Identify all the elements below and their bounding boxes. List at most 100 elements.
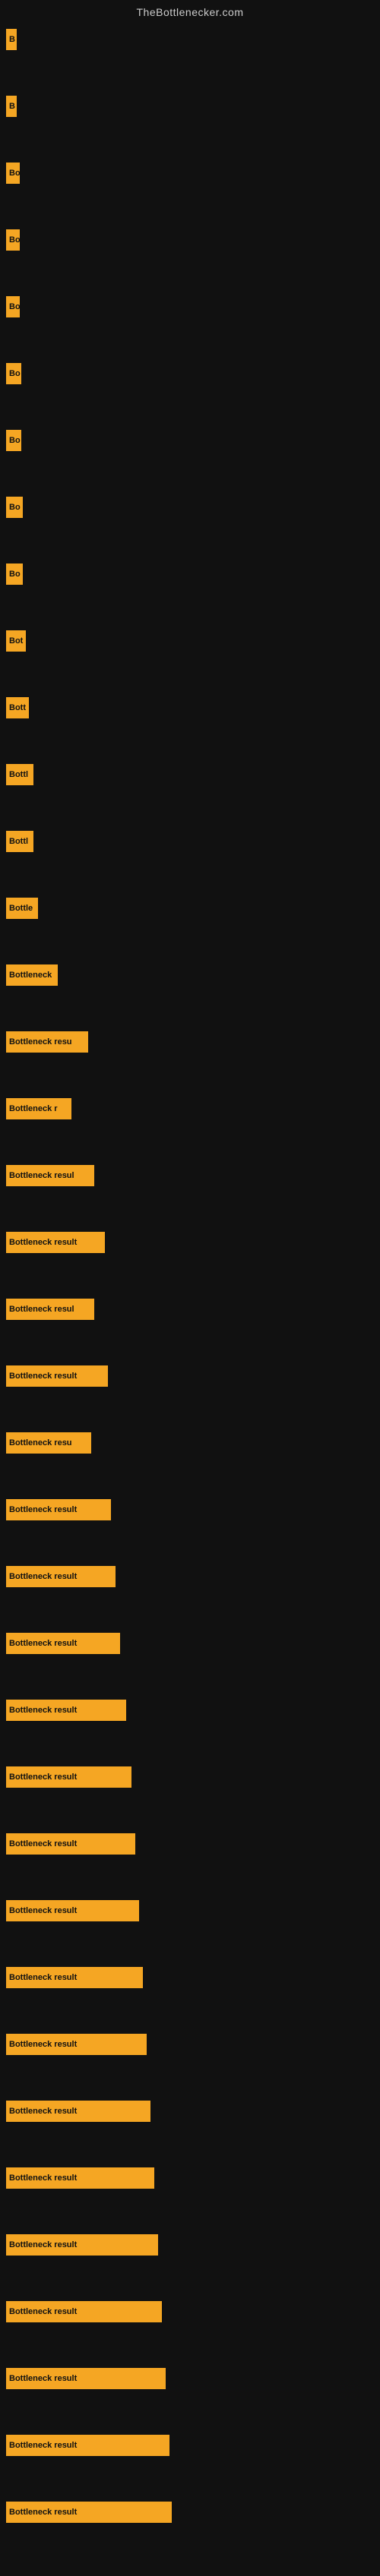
- bar-label: Bo: [9, 570, 21, 579]
- bar-label: Bottleneck result: [9, 2508, 77, 2517]
- bar-spacer: [6, 1388, 380, 1432]
- bar-row: Bottleneck result: [6, 2368, 380, 2389]
- bar-label: Bottleneck: [9, 971, 52, 980]
- bar-item: Bottleneck: [6, 964, 58, 986]
- bar-row: Bottleneck resul: [6, 1165, 380, 1186]
- bar-spacer: [6, 586, 380, 630]
- bar-item: Bottleneck result: [6, 1833, 135, 1855]
- bar-spacer: [6, 1722, 380, 1766]
- bar-item: Bottleneck resu: [6, 1432, 91, 1454]
- bar-label: Bo: [9, 235, 20, 245]
- bar-row: Bottleneck result: [6, 1967, 380, 1988]
- bar-item: Bo: [6, 296, 20, 317]
- bar-label: Bottleneck resu: [9, 1438, 72, 1447]
- bar-label: Bo: [9, 503, 21, 512]
- bar-row: Bottleneck result: [6, 1633, 380, 1654]
- bar-row: Bo: [6, 430, 380, 451]
- bar-row: Bottleneck result: [6, 1833, 380, 1855]
- bar-item: Bott: [6, 697, 29, 718]
- bar-row: Bo: [6, 296, 380, 317]
- bar-row: Bottl: [6, 764, 380, 785]
- bar-spacer: [6, 1522, 380, 1566]
- bar-item: Bottleneck result: [6, 1499, 111, 1520]
- bar-spacer: [6, 653, 380, 697]
- bar-spacer: [6, 319, 380, 363]
- bar-spacer: [6, 453, 380, 497]
- bar-item: Bottleneck result: [6, 1967, 143, 1988]
- bar-label: Bottleneck r: [9, 1104, 58, 1113]
- bar-row: Bottleneck result: [6, 2234, 380, 2256]
- bar-item: B: [6, 29, 17, 50]
- bar-row: Bot: [6, 630, 380, 652]
- bar-label: Bottleneck result: [9, 2107, 77, 2116]
- bar-row: Bottleneck result: [6, 2034, 380, 2055]
- bar-item: Bottleneck result: [6, 2502, 172, 2523]
- bar-spacer: [6, 787, 380, 831]
- bars-container: B B Bo Bo Bo Bo Bo Bo Bo Bot Bott Bottl Bottl Bottle B…: [0, 21, 380, 2576]
- bar-spacer: [6, 2524, 380, 2568]
- bar-label: Bottleneck result: [9, 1973, 77, 1982]
- bar-spacer: [6, 1255, 380, 1299]
- bar-item: Bottleneck result: [6, 2368, 166, 2389]
- bar-item: Bottleneck result: [6, 1232, 105, 1253]
- bar-label: Bottleneck result: [9, 2040, 77, 2049]
- bar-label: Bo: [9, 169, 20, 178]
- bar-item: Bo: [6, 430, 21, 451]
- bar-label: Bottl: [9, 837, 28, 846]
- bar-label: Bottle: [9, 904, 33, 913]
- bar-item: Bo: [6, 163, 20, 184]
- bar-row: Bottl: [6, 831, 380, 852]
- bar-item: Bottleneck result: [6, 2101, 150, 2122]
- bar-item: Bottl: [6, 831, 33, 852]
- bar-item: Bottleneck result: [6, 1700, 126, 1721]
- bar-label: Bottleneck result: [9, 2441, 77, 2450]
- bar-row: Bottleneck result: [6, 2435, 380, 2456]
- bar-row: B: [6, 29, 380, 50]
- bar-spacer: [6, 1321, 380, 1365]
- bar-spacer: [6, 2257, 380, 2301]
- bar-spacer: [6, 720, 380, 764]
- bar-item: Bo: [6, 497, 23, 518]
- bar-label: Bottleneck resu: [9, 1037, 72, 1046]
- bar-label: Bo: [9, 436, 21, 445]
- bar-label: Bottleneck result: [9, 1839, 77, 1848]
- bar-item: Bottleneck result: [6, 2435, 169, 2456]
- bar-spacer: [6, 1856, 380, 1900]
- bar-spacer: [6, 1789, 380, 1833]
- bar-item: Bottleneck result: [6, 1633, 120, 1654]
- bar-label: B: [9, 102, 15, 111]
- bar-item: Bottl: [6, 764, 33, 785]
- bar-spacer: [6, 519, 380, 564]
- bar-item: Bottleneck result: [6, 2167, 154, 2189]
- bar-label: Bottl: [9, 770, 28, 779]
- bar-item: Bottleneck result: [6, 2034, 147, 2055]
- bar-row: Bottle: [6, 898, 380, 919]
- bar-row: Bottleneck result: [6, 1766, 380, 1788]
- bar-spacer: [6, 386, 380, 430]
- bar-item: Bottleneck result: [6, 1365, 108, 1387]
- bar-row: Bottleneck result: [6, 1900, 380, 1921]
- bar-spacer: [6, 2324, 380, 2368]
- bar-spacer: [6, 2057, 380, 2101]
- bar-row: Bo: [6, 363, 380, 384]
- bar-label: Bottleneck result: [9, 2307, 77, 2316]
- bar-spacer: [6, 854, 380, 898]
- bar-item: Bo: [6, 363, 21, 384]
- bar-item: Bottleneck resul: [6, 1165, 94, 1186]
- bar-spacer: [6, 920, 380, 964]
- bar-row: Bottleneck result: [6, 1700, 380, 1721]
- bar-row: Bo: [6, 497, 380, 518]
- bar-row: Bottleneck resu: [6, 1432, 380, 1454]
- bar-label: Bottleneck result: [9, 2240, 77, 2249]
- bar-spacer: [6, 1188, 380, 1232]
- bar-spacer: [6, 987, 380, 1031]
- bar-label: Bo: [9, 369, 21, 378]
- bar-item: B: [6, 96, 17, 117]
- bar-row: Bottleneck result: [6, 1566, 380, 1587]
- bar-spacer: [6, 1121, 380, 1165]
- bar-row: Bottleneck resul: [6, 1299, 380, 1320]
- bar-row: Bottleneck r: [6, 1098, 380, 1119]
- bar-spacer: [6, 1990, 380, 2034]
- bar-row: B: [6, 96, 380, 117]
- bar-spacer: [6, 2190, 380, 2234]
